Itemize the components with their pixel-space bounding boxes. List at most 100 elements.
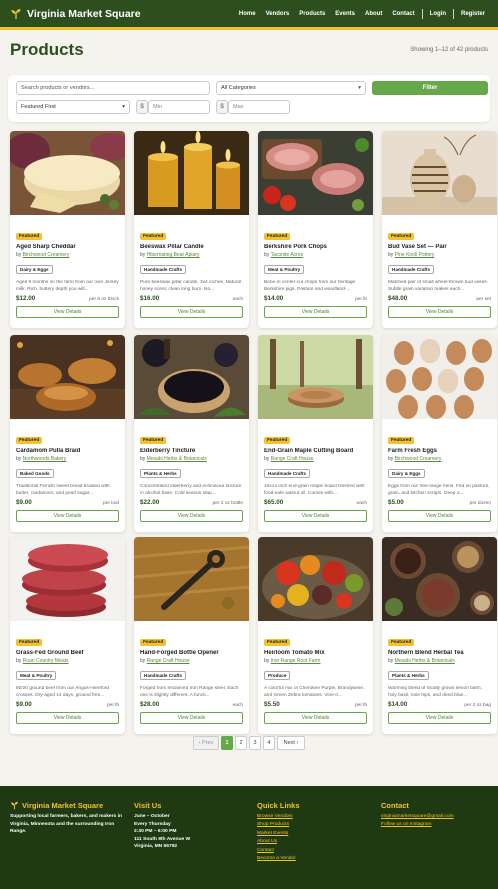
product-name[interactable]: Beeswax Pillar Candle	[140, 244, 243, 250]
footer-link-market-events[interactable]: Market Events	[257, 830, 357, 838]
product-name[interactable]: End-Grain Maple Cutting Board	[264, 448, 367, 454]
min-price-input[interactable]: Min	[148, 100, 210, 114]
vendor-link[interactable]: Iron Range Root Farm	[271, 658, 321, 664]
product-name[interactable]: Heirloom Tomato Mix	[264, 650, 367, 656]
product-image[interactable]	[134, 335, 249, 419]
vendor-line: by Mesabi Herbs & Botanicals	[388, 658, 491, 664]
view-details-button[interactable]: View Details	[140, 510, 243, 522]
nav-events[interactable]: Events	[330, 11, 360, 17]
sort-select[interactable]: Featured First ▾	[16, 100, 130, 114]
product-name[interactable]: Bud Vase Set — Pair	[388, 244, 491, 250]
view-details-button[interactable]: View Details	[388, 306, 491, 318]
product-image[interactable]	[382, 537, 497, 621]
vendor-link[interactable]: Hibernating Bear Apiary	[147, 252, 200, 258]
nav-vendors[interactable]: Vendors	[261, 11, 295, 17]
product-name[interactable]: Elderberry Tincture	[140, 448, 243, 454]
vendor-link[interactable]: Mesabi Herbs & Botanicals	[147, 456, 207, 462]
product-body: Featured Grass-Fed Ground Beef by Roan Cou…	[10, 626, 125, 706]
product-image[interactable]	[382, 335, 497, 419]
nav-register[interactable]: Register	[456, 11, 490, 17]
view-details-button[interactable]: View Details	[140, 712, 243, 724]
page-button-4[interactable]: 4	[263, 736, 275, 750]
nav-about[interactable]: About	[360, 11, 387, 17]
view-details-button[interactable]: View Details	[16, 510, 119, 522]
product-card-farm-fresh-eggs[interactable]: Featured Farm Fresh Eggs by Birchwood Crea…	[382, 335, 497, 532]
product-name[interactable]: Northern Blend Herbal Tea	[388, 650, 491, 656]
product-card-berkshire-pork-chops[interactable]: Featured Berkshire Pork Chops by Taconite …	[258, 131, 373, 328]
product-card-heirloom-tomato-mix[interactable]: Featured Heirloom Tomato Mix by Iron Range…	[258, 537, 373, 734]
footer-link-browse-vendors[interactable]: Browse Vendors	[257, 813, 357, 821]
view-details-button[interactable]: View Details	[388, 712, 491, 724]
product-card-bud-vase-set-pair[interactable]: Featured Bud Vase Set — Pair by Pine Knoll…	[382, 131, 497, 328]
featured-badge: Featured	[140, 233, 167, 240]
product-image[interactable]	[134, 131, 249, 215]
price-row: $9.00 per loaf	[16, 499, 119, 506]
product-name[interactable]: Farm Fresh Eggs	[388, 448, 491, 454]
vendor-link[interactable]: Roan Country Meats	[23, 658, 69, 664]
category-badge: Dairy & Eggs	[388, 469, 425, 478]
product-card-beeswax-pillar-candle[interactable]: Featured Beeswax Pillar Candle by Hibernat…	[134, 131, 249, 328]
vendor-link[interactable]: Northwoods Bakery	[23, 456, 67, 462]
footer-link-shop-products[interactable]: Shop Products	[257, 821, 357, 829]
nav-login[interactable]: Login	[425, 11, 451, 17]
view-details-button[interactable]: View Details	[264, 712, 367, 724]
product-name[interactable]: Hand-Forged Bottle Opener	[140, 650, 243, 656]
footer-link-contact[interactable]: Contact	[257, 847, 357, 855]
product-name[interactable]: Berkshire Pork Chops	[264, 244, 367, 250]
product-name[interactable]: Grass-Fed Ground Beef	[16, 650, 119, 656]
product-name[interactable]: Cardamom Pulla Braid	[16, 448, 119, 454]
footer-email-link[interactable]: virginiamarketsquare@gmail.com	[381, 813, 493, 821]
nav-contact[interactable]: Contact	[387, 11, 419, 17]
product-card-aged-sharp-cheddar[interactable]: Featured Aged Sharp Cheddar by Birchwood C…	[10, 131, 125, 328]
category-select[interactable]: All Categories ▾	[216, 81, 366, 95]
product-image[interactable]	[10, 335, 125, 419]
nav-products[interactable]: Products	[294, 11, 330, 17]
view-details-button[interactable]: View Details	[264, 510, 367, 522]
product-card-end-grain-maple-cutting-board[interactable]: Featured End-Grain Maple Cutting Board by …	[258, 335, 373, 532]
product-card-elderberry-tincture[interactable]: Featured Elderberry Tincture by Mesabi Her…	[134, 335, 249, 532]
view-details-button[interactable]: View Details	[264, 306, 367, 318]
product-image[interactable]	[134, 537, 249, 621]
site-brand[interactable]: Virginia Market Square	[10, 8, 141, 20]
vendor-link[interactable]: Pine Knoll Pottery	[395, 252, 435, 258]
nav-home[interactable]: Home	[234, 11, 261, 17]
product-image[interactable]	[258, 537, 373, 621]
product-image[interactable]	[258, 335, 373, 419]
view-details-button[interactable]: View Details	[16, 306, 119, 318]
footer-link-about[interactable]: About Us	[257, 838, 357, 846]
prev-page-button[interactable]: ‹ Prev	[193, 736, 219, 750]
category-badge: Plants & Herbs	[140, 469, 181, 478]
vendor-link[interactable]: Birchwood Creamery	[395, 456, 442, 462]
vendor-link[interactable]: Range Craft House	[147, 658, 190, 664]
page-button-2[interactable]: 2	[235, 736, 247, 750]
view-details-button[interactable]: View Details	[140, 306, 243, 318]
price-unit: per loaf	[103, 501, 119, 506]
product-name[interactable]: Aged Sharp Cheddar	[16, 244, 119, 250]
product-price: $65.00	[264, 499, 284, 506]
next-page-button[interactable]: Next ›	[277, 736, 305, 750]
view-details-button[interactable]: View Details	[388, 510, 491, 522]
product-card-cardamom-pulla-braid[interactable]: Featured Cardamom Pulla Braid by Northwood…	[10, 335, 125, 532]
product-card-northern-blend-herbal-tea[interactable]: Featured Northern Blend Herbal Tea by Mesa…	[382, 537, 497, 734]
footer-link-become-vendor[interactable]: Become a Vendor	[257, 855, 357, 863]
vendor-link[interactable]: Mesabi Herbs & Botanicals	[395, 658, 455, 664]
min-currency-label: $	[136, 100, 148, 114]
product-card-grass-fed-ground-beef[interactable]: Featured Grass-Fed Ground Beef by Roan Cou…	[10, 537, 125, 734]
product-image[interactable]	[258, 131, 373, 215]
footer-instagram-link[interactable]: Follow us on Instagram	[381, 821, 493, 829]
search-input[interactable]: Search products or vendors...	[16, 81, 210, 95]
product-card-hand-forged-bottle-opener[interactable]: Featured Hand-Forged Bottle Opener by Rang…	[134, 537, 249, 734]
product-image[interactable]	[10, 131, 125, 215]
page-button-3[interactable]: 3	[249, 736, 261, 750]
result-count: Showing 1–12 of 42 products	[410, 47, 488, 53]
page-button-1[interactable]: 1	[221, 736, 233, 750]
vendor-link[interactable]: Taconite Acres	[271, 252, 304, 258]
view-details-button[interactable]: View Details	[16, 712, 119, 724]
by-label: by	[140, 456, 146, 462]
max-price-input[interactable]: Max	[228, 100, 290, 114]
product-image[interactable]	[382, 131, 497, 215]
vendor-link[interactable]: Birchwood Creamery	[23, 252, 70, 258]
product-image[interactable]	[10, 537, 125, 621]
filter-button[interactable]: Filter	[372, 81, 488, 95]
vendor-link[interactable]: Range Craft House	[271, 456, 314, 462]
